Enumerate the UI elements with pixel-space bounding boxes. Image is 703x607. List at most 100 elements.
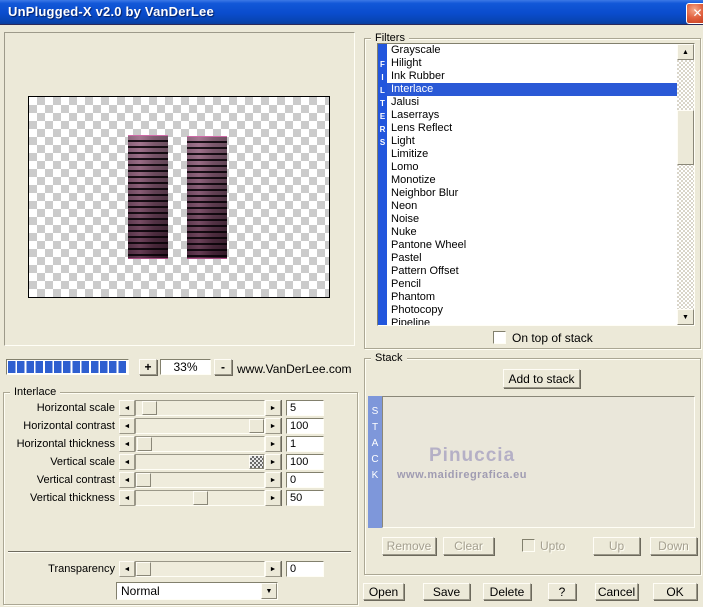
scroll-down-icon[interactable]: ▼ xyxy=(677,309,694,325)
stack-list-area[interactable]: Pinuccia www.maidiregrafica.eu xyxy=(382,396,695,528)
slider-value-field[interactable]: 50 xyxy=(286,490,324,506)
scroll-up-icon[interactable]: ▲ xyxy=(677,44,694,60)
slider-label: Transparency xyxy=(48,563,115,575)
slider-track[interactable] xyxy=(135,490,265,506)
zoom-level-field[interactable]: 33% xyxy=(160,359,211,375)
filter-item[interactable]: Lomo xyxy=(387,161,677,174)
slider-track[interactable] xyxy=(135,436,265,452)
save-button[interactable]: Save xyxy=(423,583,470,600)
filter-item[interactable]: Limitize xyxy=(387,148,677,161)
slider-row-horizontal-scale: Horizontal scale ◄ ► 5 xyxy=(5,400,324,416)
slider-thumb[interactable] xyxy=(249,455,264,469)
slider-left-arrow[interactable]: ◄ xyxy=(119,436,135,452)
filters-listbox: FILTERS Grayscale Hilight Ink Rubber Int… xyxy=(377,43,695,326)
slider-right-arrow[interactable]: ► xyxy=(265,436,281,452)
close-button[interactable]: ✕ xyxy=(686,3,703,24)
delete-button[interactable]: Delete xyxy=(483,583,531,600)
filter-item[interactable]: Pipeline xyxy=(387,317,677,325)
preview-image[interactable] xyxy=(28,96,330,298)
slider-track[interactable] xyxy=(135,418,265,434)
slider-left-arrow[interactable]: ◄ xyxy=(119,490,135,506)
slider-thumb[interactable] xyxy=(141,401,157,415)
filter-item[interactable]: Laserrays xyxy=(387,109,677,122)
slider-thumb[interactable] xyxy=(137,437,153,451)
filters-side-bar: FILTERS xyxy=(378,44,387,325)
filter-item[interactable]: Pastel xyxy=(387,252,677,265)
add-to-stack-button[interactable]: Add to stack xyxy=(503,369,580,388)
slider-value-field[interactable]: 5 xyxy=(286,400,324,416)
filter-item[interactable]: Hilight xyxy=(387,57,677,70)
slider-right-arrow[interactable]: ► xyxy=(265,400,281,416)
slider-label: Vertical contrast xyxy=(36,474,115,486)
filters-scrollbar[interactable]: ▲ ▼ xyxy=(677,44,694,325)
filter-item[interactable]: Phantom xyxy=(387,291,677,304)
filter-item[interactable]: Pencil xyxy=(387,278,677,291)
stack-side-bar: STACK xyxy=(368,396,382,528)
filter-item[interactable]: Interlace xyxy=(387,83,677,96)
zoom-out-button[interactable]: - xyxy=(214,359,232,375)
filter-item[interactable]: Nuke xyxy=(387,226,677,239)
filter-item[interactable]: Neighbor Blur xyxy=(387,187,677,200)
slider-left-arrow[interactable]: ◄ xyxy=(119,454,135,470)
title-bar[interactable]: UnPlugged-X v2.0 by VanDerLee ✕ xyxy=(0,0,703,25)
filter-item[interactable]: Neon xyxy=(387,200,677,213)
slider-thumb[interactable] xyxy=(249,419,264,433)
slider-right-arrow[interactable]: ► xyxy=(265,490,281,506)
filter-item[interactable]: Jalusi xyxy=(387,96,677,109)
watermark-site: www.maidiregrafica.eu xyxy=(397,469,527,481)
filter-item[interactable]: Ink Rubber xyxy=(387,70,677,83)
slider-right-arrow[interactable]: ► xyxy=(265,454,281,470)
zoom-in-button[interactable]: + xyxy=(139,359,157,375)
cancel-button[interactable]: Cancel xyxy=(595,583,638,600)
slider-track[interactable] xyxy=(135,472,265,488)
slider-track[interactable] xyxy=(135,454,265,470)
slider-row-vertical-scale: Vertical scale ◄ ► 100 xyxy=(5,454,324,470)
watermark-name: Pinuccia xyxy=(429,445,516,466)
slider-value-field[interactable]: 0 xyxy=(286,561,324,577)
scrollbar-thumb[interactable] xyxy=(677,110,694,165)
filter-item[interactable]: Lens Reflect xyxy=(387,122,677,135)
slider-left-arrow[interactable]: ◄ xyxy=(119,472,135,488)
slider-track[interactable] xyxy=(135,561,265,577)
slider-right-arrow[interactable]: ► xyxy=(265,561,281,577)
help-button[interactable]: ? xyxy=(548,583,576,600)
slider-left-arrow[interactable]: ◄ xyxy=(119,418,135,434)
upto-checkbox[interactable] xyxy=(522,539,535,552)
stack-group-title: Stack xyxy=(371,352,407,364)
slider-right-arrow[interactable]: ► xyxy=(265,418,281,434)
filter-item[interactable]: Monotize xyxy=(387,174,677,187)
filter-item[interactable]: Grayscale xyxy=(387,44,677,57)
chevron-down-icon[interactable]: ▼ xyxy=(261,583,277,599)
slider-row-horizontal-thickness: Horizontal thickness ◄ ► 1 xyxy=(5,436,324,452)
filter-item[interactable]: Photocopy xyxy=(387,304,677,317)
down-button[interactable]: Down xyxy=(650,537,697,555)
filter-item[interactable]: Pantone Wheel xyxy=(387,239,677,252)
filter-item[interactable]: Noise xyxy=(387,213,677,226)
slider-left-arrow[interactable]: ◄ xyxy=(119,400,135,416)
slider-value-field[interactable]: 100 xyxy=(286,418,324,434)
vendor-website-text: www.VanDerLee.com xyxy=(237,362,352,376)
slider-value-field[interactable]: 1 xyxy=(286,436,324,452)
slider-row-transparency: Transparency ◄ ► 0 xyxy=(5,561,324,577)
ok-button[interactable]: OK xyxy=(653,583,697,600)
slider-thumb[interactable] xyxy=(136,562,151,576)
slider-value-field[interactable]: 100 xyxy=(286,454,324,470)
slider-value-field[interactable]: 0 xyxy=(286,472,324,488)
filter-item[interactable]: Pattern Offset xyxy=(387,265,677,278)
up-button[interactable]: Up xyxy=(593,537,640,555)
slider-thumb[interactable] xyxy=(136,473,151,487)
open-button[interactable]: Open xyxy=(363,583,404,600)
on-top-of-stack-label: On top of stack xyxy=(512,331,593,345)
filter-item[interactable]: Light xyxy=(387,135,677,148)
unplugged-dialog: UnPlugged-X v2.0 by VanDerLee ✕ + 33% - … xyxy=(0,0,703,607)
blend-mode-dropdown[interactable]: Normal ▼ xyxy=(116,582,278,600)
clear-button[interactable]: Clear xyxy=(443,537,494,555)
slider-right-arrow[interactable]: ► xyxy=(265,472,281,488)
on-top-of-stack-checkbox[interactable] xyxy=(493,331,506,344)
slider-left-arrow[interactable]: ◄ xyxy=(119,561,135,577)
remove-button[interactable]: Remove xyxy=(382,537,436,555)
interlaced-column-right xyxy=(187,136,227,259)
slider-row-vertical-contrast: Vertical contrast ◄ ► 0 xyxy=(5,472,324,488)
slider-thumb[interactable] xyxy=(192,491,208,505)
slider-track[interactable] xyxy=(135,400,265,416)
